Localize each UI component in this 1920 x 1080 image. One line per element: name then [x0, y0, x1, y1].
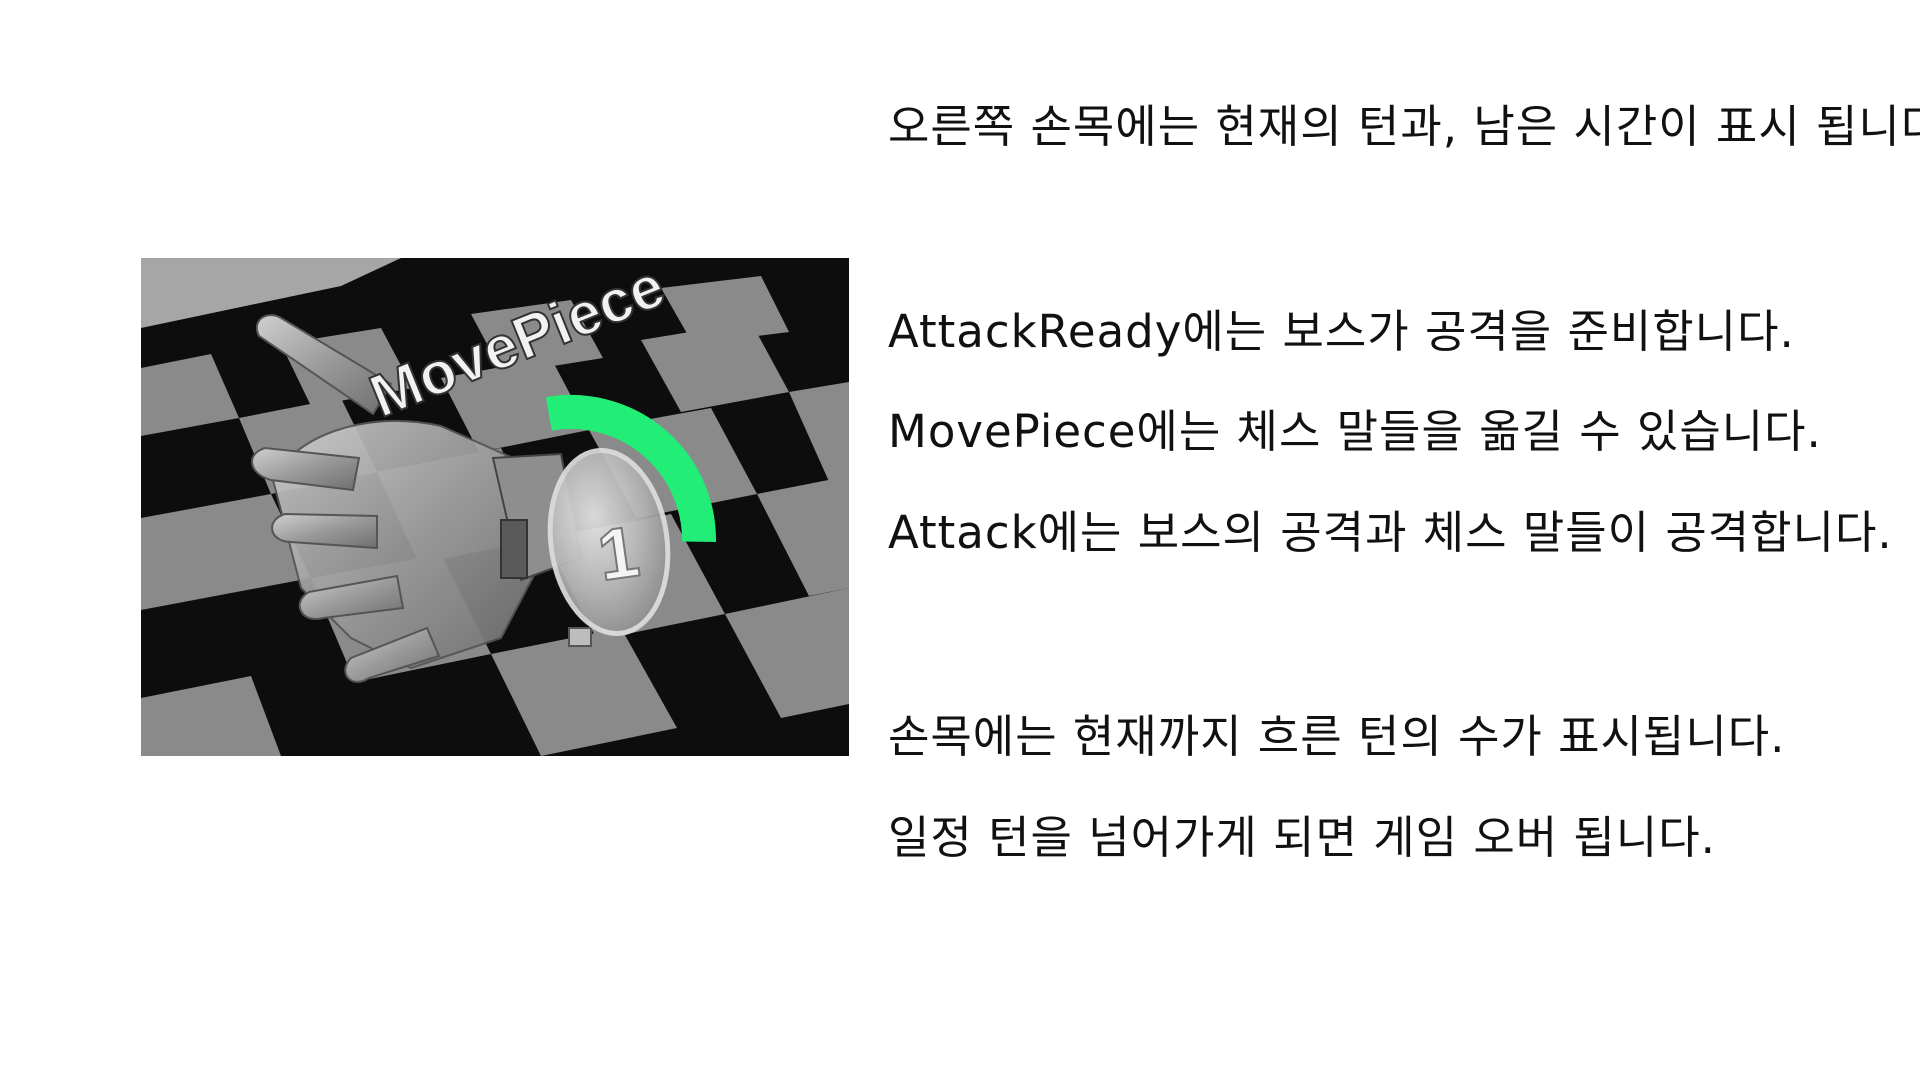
game-scene: 1 MovePiece [141, 258, 849, 756]
caption-attack: Attack에는 보스의 공격과 체스 말들이 공격합니다. [888, 506, 1893, 559]
caption-move-piece: MovePiece에는 체스 말들을 옮길 수 있습니다. [888, 405, 1822, 458]
caption-turn-count: 손목에는 현재까지 흐른 턴의 수가 표시됩니다. [888, 710, 1786, 763]
caption-attack-ready: AttackReady에는 보스가 공격을 준비합니다. [888, 305, 1795, 358]
caption-game-over: 일정 턴을 넘어가게 되면 게임 오버 됩니다. [888, 811, 1716, 864]
game-screenshot: 1 MovePiece [141, 258, 849, 756]
caption-wrist-info: 오른쪽 손목에는 현재의 턴과, 남은 시간이 표시 됩니다. [888, 100, 1920, 153]
